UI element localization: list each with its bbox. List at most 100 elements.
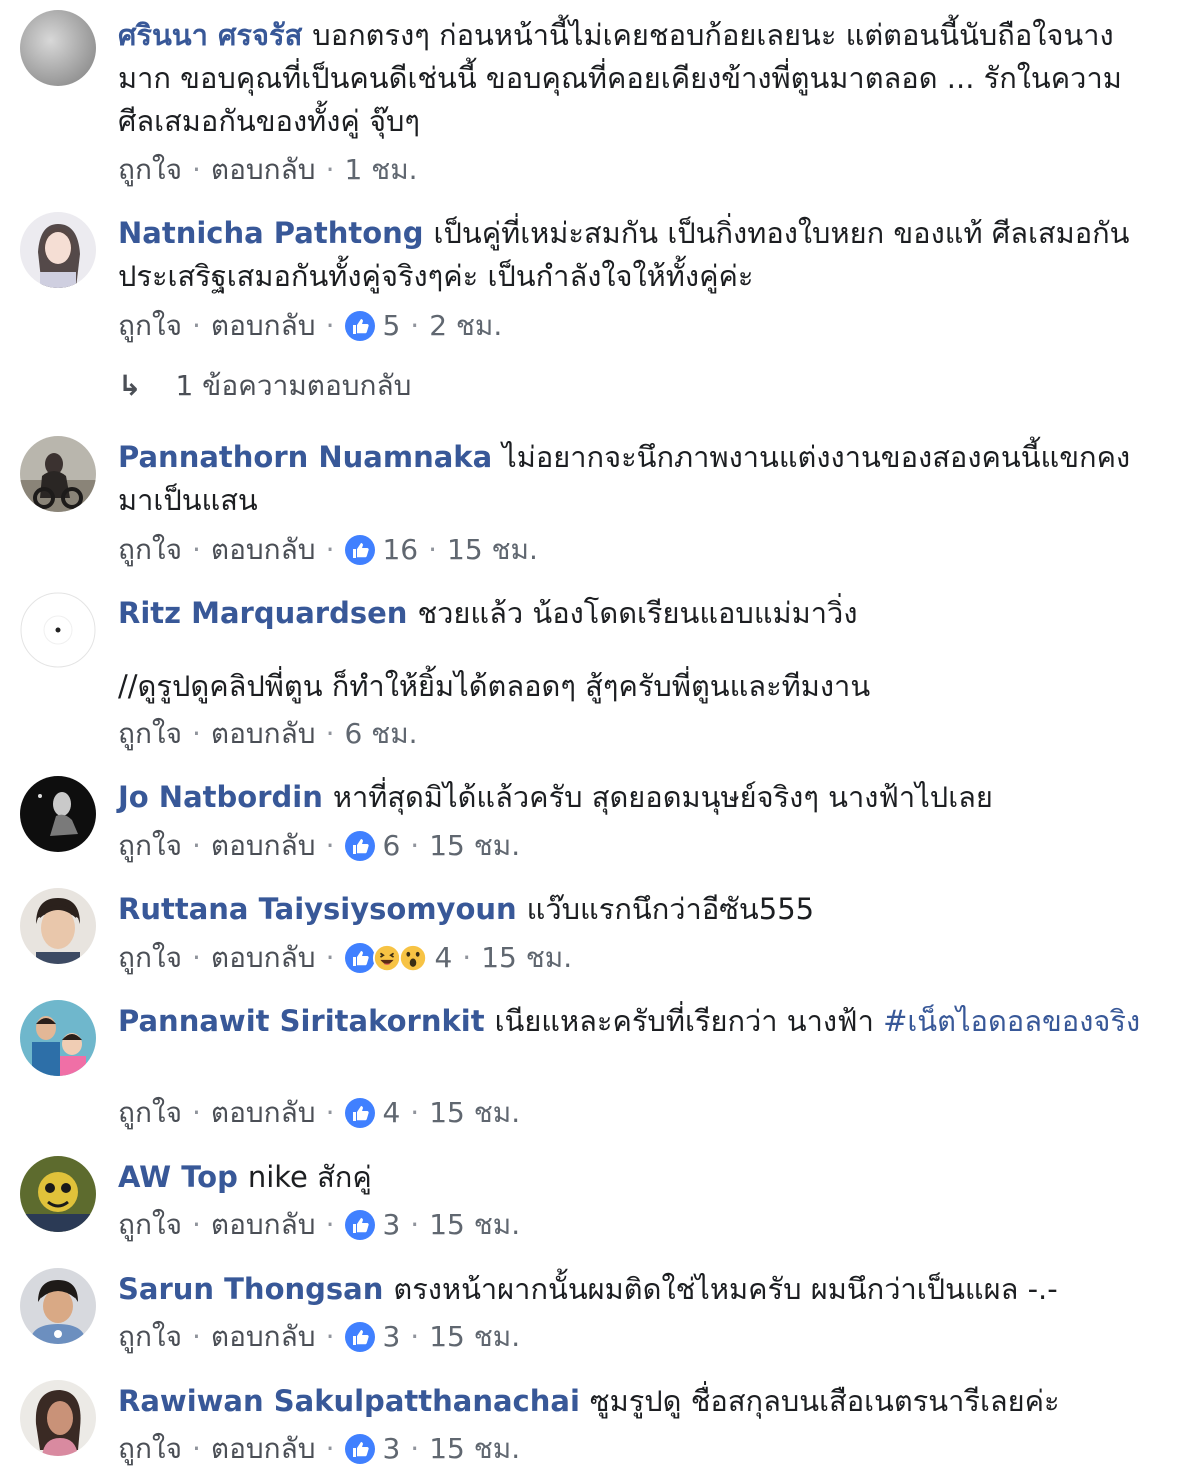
avatar[interactable] — [20, 888, 96, 964]
separator: · — [325, 533, 335, 566]
reactions[interactable] — [344, 534, 376, 566]
like-reaction-icon — [345, 311, 376, 341]
reply-link[interactable]: ตอบกลับ — [211, 1093, 316, 1133]
timestamp[interactable]: 15 ชม. — [429, 826, 520, 866]
like-link[interactable]: ถูกใจ — [118, 938, 182, 978]
separator: · — [410, 1432, 420, 1465]
reactions[interactable] — [344, 942, 428, 974]
reactions[interactable] — [344, 1433, 376, 1465]
timestamp[interactable]: 15 ชม. — [481, 938, 572, 978]
separator: · — [191, 1096, 201, 1129]
like-link[interactable]: ถูกใจ — [118, 1429, 182, 1469]
reaction-count[interactable]: 5 — [382, 306, 400, 346]
like-link[interactable]: ถูกใจ — [118, 1317, 182, 1357]
separator: · — [191, 309, 201, 342]
reaction-count[interactable]: 3 — [382, 1429, 400, 1469]
timestamp[interactable]: 15 ชม. — [429, 1093, 520, 1133]
avatar[interactable] — [20, 1156, 96, 1232]
like-reaction-icon — [345, 1210, 376, 1240]
like-link[interactable]: ถูกใจ — [118, 826, 182, 866]
reactions[interactable] — [344, 310, 376, 342]
reply-link[interactable]: ตอบกลับ — [211, 530, 316, 570]
like-link[interactable]: ถูกใจ — [118, 306, 182, 346]
timestamp[interactable]: 15 ชม. — [429, 1317, 520, 1357]
reactions[interactable] — [344, 830, 376, 862]
commenter-name[interactable]: Natnicha Pathtong — [118, 216, 424, 250]
commenter-name[interactable]: Rawiwan Sakulpatthanachai — [118, 1384, 580, 1418]
reply-link[interactable]: ตอบกลับ — [211, 1429, 316, 1469]
comment-actions: ถูกใจ · ตอบกลับ · 6 · 15 ชม. — [118, 826, 520, 866]
timestamp[interactable]: 15 ชม. — [429, 1429, 520, 1469]
avatar[interactable] — [20, 10, 96, 86]
reaction-count[interactable]: 6 — [382, 826, 400, 866]
separator: · — [191, 941, 201, 974]
separator: · — [325, 153, 335, 186]
view-replies[interactable]: ↳ 1 ข้อความตอบกลับ — [118, 366, 411, 406]
comment-actions: ถูกใจ · ตอบกลับ · 1 ชม. — [118, 150, 418, 190]
reaction-count[interactable]: 3 — [382, 1317, 400, 1357]
timestamp[interactable]: 1 ชม. — [344, 150, 417, 190]
commenter-name[interactable]: Jo Natbordin — [118, 780, 323, 814]
like-link[interactable]: ถูกใจ — [118, 150, 182, 190]
like-link[interactable]: ถูกใจ — [118, 530, 182, 570]
like-link[interactable]: ถูกใจ — [118, 1205, 182, 1245]
timestamp[interactable]: 6 ชม. — [344, 714, 417, 754]
avatar[interactable] — [20, 1000, 96, 1076]
commenter-name[interactable]: ศรินนา ศรจรัส — [118, 18, 302, 52]
timestamp[interactable]: 15 ชม. — [429, 1205, 520, 1245]
separator: · — [325, 717, 335, 750]
separator: · — [325, 1208, 335, 1241]
commenter-name[interactable]: Pannawit Siritakornkit — [118, 1004, 485, 1038]
avatar[interactable] — [20, 776, 96, 852]
timestamp[interactable]: 15 ชม. — [447, 530, 538, 570]
hashtag-link[interactable]: #เน็ตไอดอลของจริง — [883, 1004, 1140, 1038]
reactions[interactable] — [344, 1209, 376, 1241]
reply-link[interactable]: ตอบกลับ — [211, 714, 316, 754]
avatar[interactable] — [20, 1380, 96, 1456]
comment-actions: ถูกใจ · ตอบกลับ · 3 · 15 ชม. — [118, 1205, 520, 1245]
comment-text: ตรงหน้าผากนั้นผมติดใช่ไหมครับ ผมนึกว่าเป… — [393, 1272, 1058, 1306]
separator: · — [410, 1208, 420, 1241]
avatar[interactable] — [20, 1268, 96, 1344]
commenter-name[interactable]: AW Top — [118, 1160, 238, 1194]
reactions[interactable] — [344, 1321, 376, 1353]
separator: · — [191, 153, 201, 186]
comment-text: ซูมรูปดู ชื่อสกุลบนเสือเนตรนารีเลยค่ะ — [589, 1384, 1060, 1418]
separator: · — [428, 533, 438, 566]
replies-label[interactable]: 1 ข้อความตอบกลับ — [175, 366, 411, 406]
separator: · — [410, 829, 420, 862]
reply-link[interactable]: ตอบกลับ — [211, 306, 316, 346]
commenter-name[interactable]: Pannathorn Nuamnaka — [118, 440, 492, 474]
commenter-name[interactable]: Sarun Thongsan — [118, 1272, 383, 1306]
like-reaction-icon — [345, 1434, 376, 1464]
separator: · — [410, 1096, 420, 1129]
comment-text: nike สักคู่ — [247, 1160, 372, 1194]
reaction-count[interactable]: 16 — [382, 530, 418, 570]
commenter-name[interactable]: Ruttana Taiysiysomyoun — [118, 892, 517, 926]
like-link[interactable]: ถูกใจ — [118, 714, 182, 754]
comment-actions: ถูกใจ · ตอบกลับ · 3 · 15 ชม. — [118, 1429, 520, 1469]
separator: · — [191, 1320, 201, 1353]
comment-actions: ถูกใจ · ตอบกลับ · 4 · 15 ชม. — [118, 938, 572, 978]
avatar[interactable] — [20, 436, 96, 512]
like-reaction-icon — [345, 1098, 376, 1128]
reaction-count[interactable]: 4 — [434, 938, 452, 978]
avatar[interactable] — [20, 592, 96, 668]
reactions[interactable] — [344, 1097, 376, 1129]
reaction-count[interactable]: 3 — [382, 1205, 400, 1245]
separator: · — [325, 1320, 335, 1353]
comment-text-paragraph: //ดูรูปดูคลิปพี่ตูน ก็ทำให้ยิ้มได้ตลอดๆ … — [118, 669, 871, 703]
comment-actions: ถูกใจ · ตอบกลับ · 3 · 15 ชม. — [118, 1317, 520, 1357]
reply-link[interactable]: ตอบกลับ — [211, 938, 316, 978]
like-link[interactable]: ถูกใจ — [118, 1093, 182, 1133]
reply-link[interactable]: ตอบกลับ — [211, 150, 316, 190]
commenter-name[interactable]: Ritz Marquardsen — [118, 596, 407, 630]
separator: · — [191, 1432, 201, 1465]
reply-link[interactable]: ตอบกลับ — [211, 1205, 316, 1245]
reply-link[interactable]: ตอบกลับ — [211, 1317, 316, 1357]
timestamp[interactable]: 2 ชม. — [429, 306, 502, 346]
avatar[interactable] — [20, 212, 96, 288]
reply-link[interactable]: ตอบกลับ — [211, 826, 316, 866]
comment-text: หาที่สุดมิได้แล้วครับ สุดยอดมนุษย์จริงๆ … — [332, 780, 993, 814]
reaction-count[interactable]: 4 — [382, 1093, 400, 1133]
